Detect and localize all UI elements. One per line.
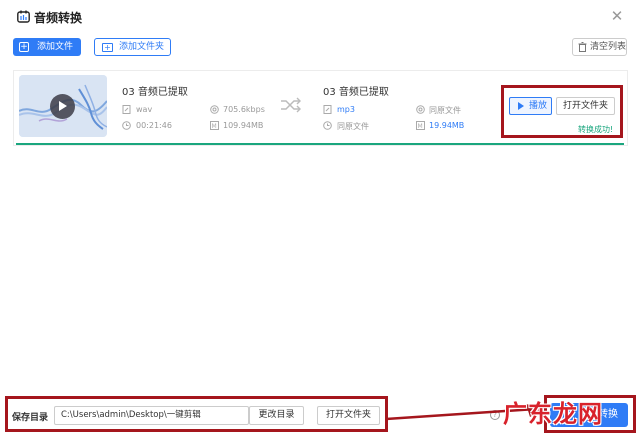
highlight-box-save-dir <box>5 396 388 432</box>
watermark-logo: 广东龙网 <box>503 399 603 428</box>
thumbnail-play-button[interactable] <box>50 94 75 119</box>
add-folder-label: 添加文件夹 <box>119 42 165 52</box>
target-format: mp3 <box>337 105 355 114</box>
close-icon[interactable]: ✕ <box>608 7 626 25</box>
plus-icon: + <box>19 42 29 52</box>
target-file-name: 03 音频已提取 <box>323 87 389 98</box>
format-icon <box>323 105 332 114</box>
add-folder-button[interactable]: + 添加文件夹 <box>94 38 171 56</box>
target-duration: 同原文件 <box>337 122 369 131</box>
target-size: 19.94MB <box>429 121 465 130</box>
source-duration: 00:21:46 <box>136 121 172 130</box>
source-file-name: 03 音频已提取 <box>122 87 188 98</box>
highlight-box-actions <box>501 85 623 138</box>
shuffle-arrow-icon <box>281 97 301 113</box>
bitrate-icon <box>416 105 425 114</box>
play-icon <box>59 101 67 111</box>
title-bar: 音频转换 ✕ <box>0 0 640 34</box>
window-title: 音频转换 <box>34 11 83 25</box>
clear-list-button[interactable]: 清空列表 <box>572 38 627 56</box>
audio-convert-icon <box>17 10 30 23</box>
size-icon: M <box>210 121 219 130</box>
target-bitrate: 同原文件 <box>429 106 461 115</box>
format-icon <box>122 105 131 114</box>
add-file-button[interactable]: + 添加文件 <box>13 38 81 56</box>
svg-text:M: M <box>418 123 423 130</box>
source-format: wav <box>136 105 153 114</box>
size-icon: M <box>416 121 425 130</box>
folder-plus-icon: + <box>102 43 113 52</box>
trash-icon <box>578 42 587 52</box>
source-bitrate: 705.6kbps <box>223 105 265 114</box>
add-file-label: 添加文件 <box>37 42 74 52</box>
clock-icon <box>122 121 131 130</box>
source-size: 109.94MB <box>223 121 264 130</box>
clock-icon <box>323 121 332 130</box>
clear-list-label: 清空列表 <box>590 42 627 52</box>
svg-text:M: M <box>212 123 217 130</box>
bitrate-icon <box>210 105 219 114</box>
progress-bar <box>16 143 624 145</box>
